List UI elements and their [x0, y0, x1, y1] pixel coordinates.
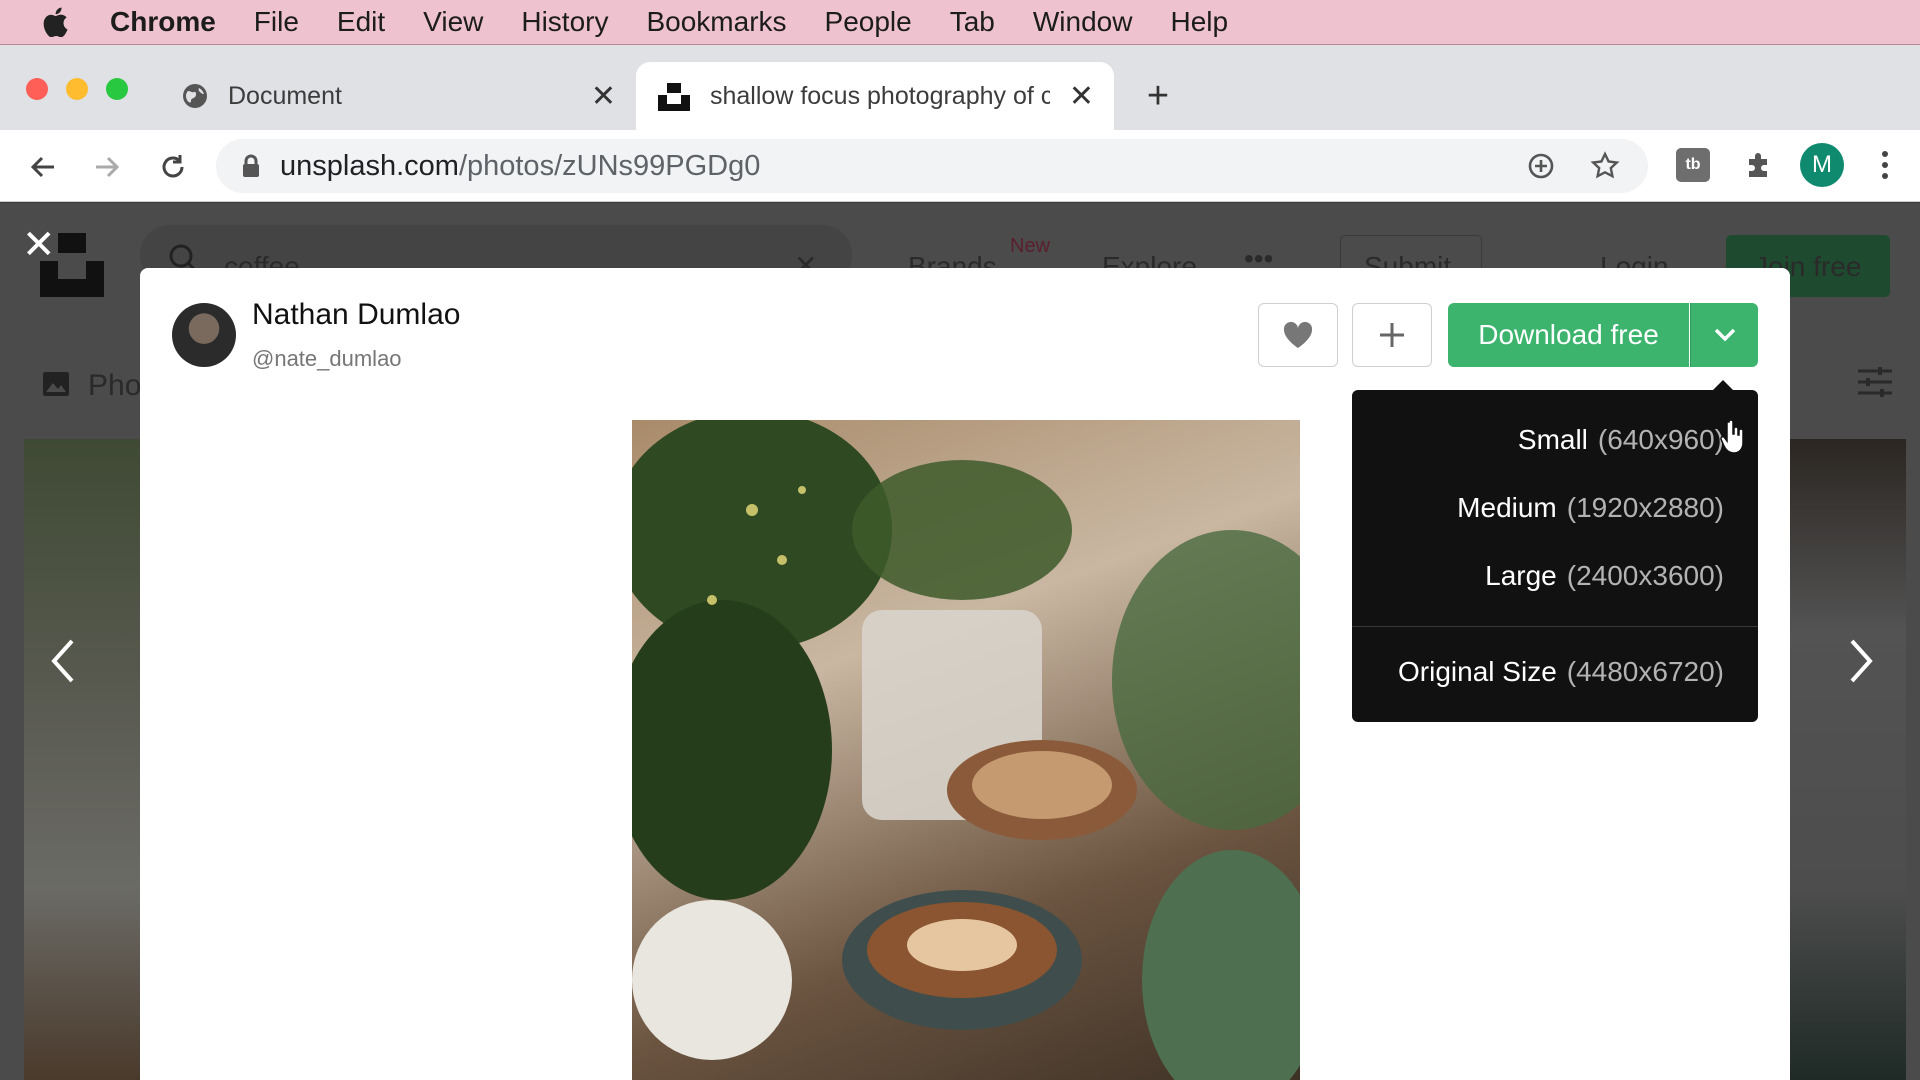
new-badge: New	[1010, 235, 1051, 257]
new-tab-icon[interactable]: +	[1140, 75, 1176, 117]
browser-toolbar: unsplash.com/photos/zUNs99PGDg0 tb M	[0, 130, 1920, 202]
chevron-down-icon	[1713, 327, 1737, 343]
author-name[interactable]: Nathan Dumlao	[252, 298, 460, 332]
option-size: (640x960)	[1597, 424, 1724, 455]
unsplash-icon	[658, 81, 690, 111]
chrome-menu-icon[interactable]	[1870, 148, 1900, 182]
install-icon[interactable]	[1526, 151, 1556, 181]
tab-label: Document	[228, 81, 342, 110]
option-label: Original Size	[1398, 656, 1557, 687]
plus-icon	[1378, 321, 1406, 349]
main-photo[interactable]	[632, 420, 1300, 1080]
lock-icon	[242, 154, 260, 178]
tab-label: shallow focus photography of c	[710, 81, 1050, 110]
like-button[interactable]	[1258, 303, 1338, 367]
reload-icon[interactable]	[156, 150, 190, 184]
background-photo-right	[1790, 439, 1906, 1080]
option-size: (4480x6720)	[1566, 656, 1724, 687]
menu-edit[interactable]: Edit	[337, 6, 385, 38]
photo-content	[632, 420, 1300, 1080]
download-original-option[interactable]: Original Size (4480x6720)	[1398, 656, 1724, 688]
back-icon[interactable]	[26, 150, 60, 184]
close-tab-icon[interactable]: ✕	[1069, 79, 1094, 114]
close-window-button[interactable]	[26, 78, 48, 100]
forward-icon[interactable]	[90, 150, 124, 184]
download-free-button[interactable]: Download free	[1448, 303, 1689, 367]
address-bar[interactable]: unsplash.com/photos/zUNs99PGDg0	[216, 139, 1648, 193]
menu-bookmarks[interactable]: Bookmarks	[646, 6, 786, 38]
minimize-window-button[interactable]	[66, 78, 88, 100]
menu-pointer	[1712, 380, 1734, 391]
menu-divider	[1352, 626, 1758, 627]
unsplash-logo[interactable]	[40, 233, 104, 302]
menu-file[interactable]: File	[254, 6, 299, 38]
menu-tab[interactable]: Tab	[950, 6, 995, 38]
option-label: Large	[1485, 560, 1557, 591]
url-path: /photos/zUNs99PGDg0	[458, 149, 761, 182]
menu-help[interactable]: Help	[1170, 6, 1228, 38]
menu-history[interactable]: History	[521, 6, 608, 38]
heart-icon	[1282, 320, 1314, 350]
menu-view[interactable]: View	[423, 6, 483, 38]
tab-document[interactable]: Document ✕	[166, 62, 626, 130]
author-handle[interactable]: @nate_dumlao	[252, 346, 402, 372]
photos-tab[interactable]: Pho	[88, 369, 141, 403]
download-small-option[interactable]: Small (640x960)	[1518, 424, 1724, 456]
download-size-menu: Small (640x960) Medium (1920x2880) Large…	[1352, 380, 1758, 722]
tab-unsplash-photo[interactable]: shallow focus photography of c ✕	[636, 62, 1114, 130]
globe-icon	[180, 81, 210, 111]
extension-tb-icon[interactable]: tb	[1676, 148, 1710, 182]
download-large-option[interactable]: Large (2400x3600)	[1485, 560, 1724, 592]
author-avatar[interactable]	[172, 303, 236, 367]
zoom-window-button[interactable]	[106, 78, 128, 100]
menu-chrome[interactable]: Chrome	[110, 6, 216, 38]
menu-people[interactable]: People	[825, 6, 912, 38]
extensions-puzzle-icon[interactable]	[1742, 148, 1776, 182]
download-options-button[interactable]	[1690, 303, 1758, 367]
next-photo-icon[interactable]	[1846, 637, 1876, 690]
filter-icon[interactable]	[1856, 363, 1894, 406]
menu-window[interactable]: Window	[1033, 6, 1133, 38]
background-photo-left	[24, 439, 140, 1080]
apple-icon[interactable]	[0, 7, 110, 37]
previous-photo-icon[interactable]	[48, 637, 78, 690]
photos-icon	[42, 371, 70, 402]
hand-cursor-icon	[1720, 420, 1748, 454]
download-medium-option[interactable]: Medium (1920x2880)	[1457, 492, 1724, 524]
close-tab-icon[interactable]: ✕	[591, 79, 616, 114]
option-label: Small	[1517, 424, 1588, 455]
option-size: (1920x2880)	[1566, 492, 1724, 523]
add-to-collection-button[interactable]	[1352, 303, 1432, 367]
option-size: (2400x3600)	[1566, 560, 1724, 591]
macos-menu-bar: Chrome File Edit View History Bookmarks …	[0, 0, 1920, 45]
option-label: Medium	[1457, 492, 1557, 523]
bookmark-star-icon[interactable]	[1590, 151, 1620, 181]
profile-avatar[interactable]: M	[1800, 143, 1844, 187]
url-host: unsplash.com	[280, 149, 459, 182]
